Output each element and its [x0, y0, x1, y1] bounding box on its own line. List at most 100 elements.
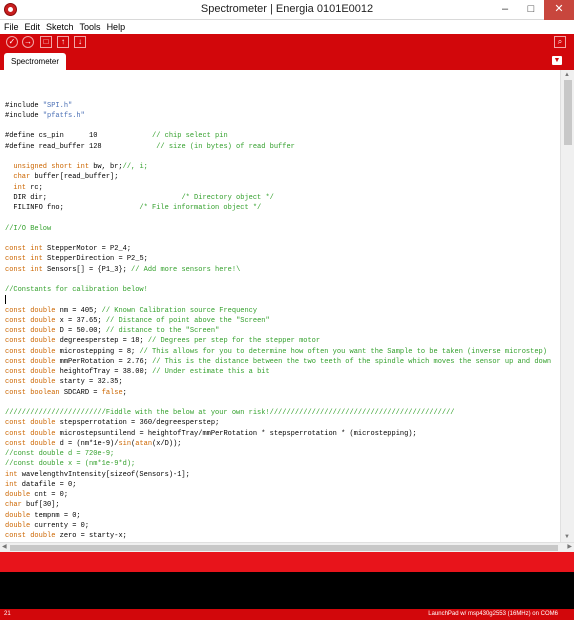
line-number: 21 — [4, 611, 11, 617]
menu-bar: File Edit Sketch Tools Help — [0, 20, 574, 34]
new-button[interactable]: □ — [40, 36, 52, 48]
close-button[interactable]: ✕ — [544, 0, 574, 20]
horizontal-scroll-thumb[interactable] — [10, 545, 558, 551]
code-token: // Distance of point above the "Screen" — [105, 316, 270, 325]
vertical-scrollbar[interactable]: ▲ ▼ — [560, 70, 574, 542]
tab-menu-icon[interactable]: ▼ — [552, 56, 562, 65]
code-token: ; — [122, 388, 127, 397]
code-line: char buffer[read_buffer]; — [5, 172, 551, 182]
code-line: const double nm = 405; // Known Calibrat… — [5, 306, 551, 316]
footer-status-bar: 21 LaunchPad w/ msp430g2553 (16MHz) on C… — [0, 609, 574, 620]
code-token: /* File information object */ — [139, 204, 262, 212]
code-token: const — [5, 337, 27, 346]
code-token: const — [5, 265, 27, 274]
code-editor[interactable]: #include "SPI.h" #include "pfatfs.h" #def… — [0, 70, 560, 542]
code-token: int — [30, 245, 43, 253]
code-line: const double d = (nm*1e-9)/sin(atan(x/D)… — [5, 439, 551, 449]
code-token: x = 37.65; — [55, 316, 106, 325]
menu-file[interactable]: File — [0, 20, 21, 32]
tab-spectrometer[interactable]: Spectrometer — [4, 53, 66, 70]
code-line: const double D = 50.00; // distance to t… — [5, 326, 551, 336]
code-token: double — [30, 368, 56, 376]
upload-button[interactable]: → — [22, 36, 34, 48]
code-token: int — [30, 255, 43, 264]
code-token: StepperMotor = P2_4; — [42, 245, 132, 253]
code-line: const double starty = 32.35; — [5, 377, 551, 387]
code-token: double — [5, 521, 31, 530]
code-line: const int StepperDirection = P2_5; — [5, 254, 551, 264]
code-line: double tempnm = 0; — [5, 511, 551, 521]
code-token: #include — [5, 101, 43, 110]
menu-sketch[interactable]: Sketch — [42, 20, 76, 32]
code-line: const double heightofTray = 38.00; // Un… — [5, 367, 551, 377]
code-token: const — [5, 439, 27, 448]
code-line: const double mmPerRotation = 2.76; // Th… — [5, 357, 551, 367]
code-line: unsigned short int bw, br;//, i; — [5, 162, 551, 172]
console-output[interactable] — [0, 572, 574, 609]
horizontal-scrollbar[interactable]: ◀ ▶ — [0, 542, 574, 552]
maximize-button[interactable]: □ — [518, 0, 544, 20]
code-token: boolean — [30, 388, 60, 397]
code-token: DIR dir; — [5, 193, 182, 202]
open-button[interactable]: ↑ — [57, 36, 69, 48]
verify-button[interactable]: ✓ — [6, 36, 18, 48]
code-token: //, i; — [122, 163, 148, 171]
code-token: const — [5, 368, 27, 376]
code-token: // chip select pin — [152, 132, 228, 141]
code-line: double currenty = 0; — [5, 521, 551, 531]
save-button[interactable]: ↓ — [74, 36, 86, 48]
code-token: microstepsuntilend = heightofTray/mmPerR… — [55, 429, 417, 438]
code-token: double — [30, 378, 56, 387]
minimize-button[interactable]: – — [492, 0, 518, 20]
toolbar: ✓ → □ ↑ ↓ ⌕ — [0, 34, 574, 50]
code-token: // distance to the "Screen" — [105, 327, 220, 335]
save-icon: ↓ — [78, 37, 82, 46]
code-token: tempnm = 0; — [30, 511, 81, 520]
code-token: D = 50.00; — [55, 327, 106, 335]
scroll-down-icon[interactable]: ▼ — [564, 534, 570, 540]
scroll-right-icon[interactable]: ▶ — [567, 543, 572, 550]
code-token: int — [13, 183, 27, 192]
serial-monitor-icon: ⌕ — [557, 37, 563, 46]
code-token: d = (nm*1e-9)/ — [55, 439, 119, 448]
code-token: double — [30, 419, 56, 428]
code-token: const — [5, 255, 27, 264]
tab-bar: Spectrometer ▼ — [0, 50, 574, 70]
scroll-left-icon[interactable]: ◀ — [2, 543, 7, 550]
window-title: Spectrometer | Energia 0101E0012 — [200, 3, 374, 15]
code-token: const — [5, 316, 27, 325]
verify-icon: ✓ — [8, 37, 16, 46]
code-token: /* Directory object */ — [181, 193, 274, 202]
code-token: // size (in bytes) of read buffer — [156, 142, 295, 151]
code-line: const double x = 37.65; // Distance of p… — [5, 316, 551, 326]
code-token: const — [5, 378, 27, 387]
code-token: //Constants for calibration below! — [5, 286, 148, 294]
code-token: ////////////////////////Fiddle with the … — [5, 409, 455, 417]
code-token: bw, br; — [89, 163, 123, 171]
code-token: #define cs_pin 10 — [5, 132, 153, 141]
code-line: //const double d = 720e-9; — [5, 449, 551, 459]
menu-tools[interactable]: Tools — [76, 20, 103, 32]
code-token: currenty = 0; — [30, 521, 90, 530]
code-token: wavelengthvIntensity[sizeof(Sensors)-1]; — [17, 470, 190, 479]
code-token: buf[30]; — [21, 501, 60, 510]
code-token: double — [30, 347, 56, 356]
scroll-up-icon[interactable]: ▲ — [564, 72, 570, 78]
vertical-scroll-thumb[interactable] — [564, 80, 572, 145]
code-token: // This allows for you to determine how … — [139, 347, 547, 356]
text-cursor — [5, 295, 6, 305]
menu-edit[interactable]: Edit — [21, 20, 43, 32]
serial-monitor-button[interactable]: ⌕ — [554, 36, 566, 48]
code-line: int wavelengthvIntensity[sizeof(Sensors)… — [5, 470, 551, 480]
code-line: //Constants for calibration below! — [5, 285, 551, 295]
code-line: #define cs_pin 10 // chip select pin — [5, 131, 551, 141]
code-token: mmPerRotation = 2.76; — [55, 357, 153, 366]
code-token: nm = 405; — [55, 306, 102, 315]
menu-help[interactable]: Help — [103, 20, 128, 32]
code-line: #define read_buffer 128 // size (in byte… — [5, 142, 551, 152]
code-token: FILINFO fno; — [5, 204, 140, 212]
